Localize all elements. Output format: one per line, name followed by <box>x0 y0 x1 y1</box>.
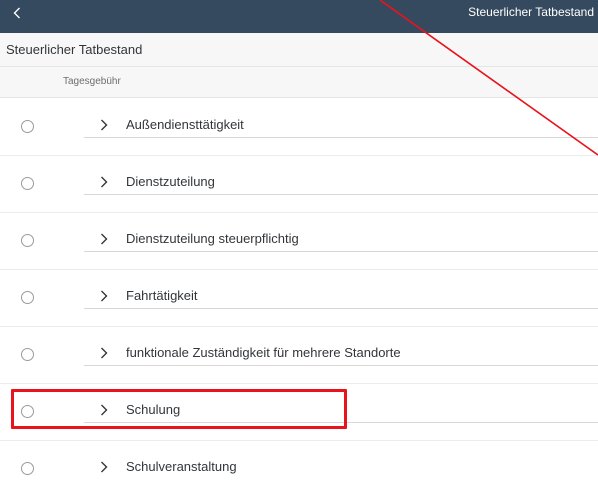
expand-chevron-icon[interactable] <box>99 174 109 190</box>
radio-button[interactable] <box>21 462 34 475</box>
divider <box>84 251 598 252</box>
page-title: Steuerlicher Tatbestand <box>6 42 143 57</box>
divider <box>84 365 598 366</box>
list-item[interactable]: Dienstzuteilung <box>0 155 598 213</box>
group-header: Tagesgebühr <box>0 67 598 98</box>
back-button[interactable] <box>10 6 24 20</box>
divider <box>84 194 598 195</box>
expand-chevron-icon[interactable] <box>99 459 109 475</box>
list-item-label: Außendiensttätigkeit <box>126 117 244 132</box>
radio-button[interactable] <box>21 291 34 304</box>
list-item[interactable]: Fahrtätigkeit <box>0 269 598 327</box>
list-item[interactable]: Schulveranstaltung <box>0 440 598 497</box>
radio-button[interactable] <box>21 177 34 190</box>
expand-chevron-icon[interactable] <box>99 288 109 304</box>
topbar-title: Steuerlicher Tatbestand <box>468 5 594 19</box>
radio-button[interactable] <box>21 348 34 361</box>
expand-chevron-icon[interactable] <box>99 231 109 247</box>
divider <box>84 137 598 138</box>
list-item-label: Dienstzuteilung steuerpflichtig <box>126 231 299 246</box>
list-item[interactable]: Außendiensttätigkeit <box>0 98 598 156</box>
highlight-box <box>11 389 347 429</box>
radio-button[interactable] <box>21 234 34 247</box>
chevron-left-icon <box>13 7 20 19</box>
list-item-label: Schulveranstaltung <box>126 459 237 474</box>
list-item-label: funktionale Zuständigkeit für mehrere St… <box>126 345 401 360</box>
page-header: Steuerlicher Tatbestand <box>0 33 598 67</box>
list-item[interactable]: Dienstzuteilung steuerpflichtig <box>0 212 598 270</box>
radio-button[interactable] <box>21 120 34 133</box>
top-bar: Steuerlicher Tatbestand <box>0 0 598 33</box>
divider <box>84 308 598 309</box>
expand-chevron-icon[interactable] <box>99 345 109 361</box>
expand-chevron-icon[interactable] <box>99 117 109 133</box>
list-item[interactable]: funktionale Zuständigkeit für mehrere St… <box>0 326 598 384</box>
group-label: Tagesgebühr <box>63 76 121 87</box>
list-item-label: Fahrtätigkeit <box>126 288 198 303</box>
list-item-label: Dienstzuteilung <box>126 174 215 189</box>
